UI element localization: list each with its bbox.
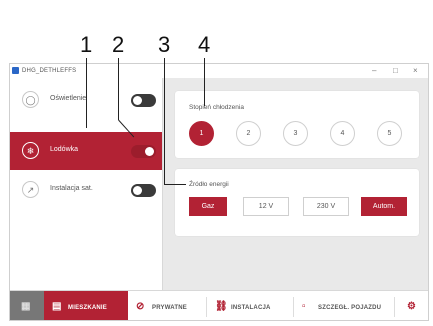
tab-label: INSTALACJA: [231, 305, 271, 311]
toggle-knob: [145, 147, 154, 156]
cooling-level-3[interactable]: 3: [283, 121, 308, 146]
tab-label: SZCZEGŁ. POJAZDU: [318, 305, 382, 311]
energy-12v-button[interactable]: 12 V: [243, 197, 289, 216]
close-button[interactable]: ×: [413, 66, 418, 75]
cooling-title: Stopień chłodzenia: [189, 104, 244, 111]
tab-private[interactable]: ⊘ PRYWATNE: [128, 291, 206, 320]
installation-icon: ⛓: [215, 301, 228, 312]
leader-line-3-horiz: [164, 184, 186, 185]
leader-line-1: [86, 58, 87, 128]
tab-label: MIESZKANIE: [68, 305, 108, 311]
main-panel: Stopień chłodzenia 1 2 3 4 5 Źródło ener…: [163, 78, 428, 290]
leader-line-3: [164, 58, 165, 184]
callout-4: 4: [198, 32, 211, 57]
toggle-knob: [133, 186, 142, 195]
energy-title: Źródło energii: [189, 181, 229, 188]
tab-living[interactable]: ▤ MIESZKANIE: [44, 291, 128, 320]
bottom-nav: ▦ ▤ MIESZKANIE ⊘ PRYWATNE ⛓ INSTALACJA ▫…: [10, 290, 428, 320]
minimize-button[interactable]: –: [372, 66, 376, 75]
callout-3: 3: [158, 32, 171, 57]
sidebar-item-fridge[interactable]: ❄ Lodówka: [10, 132, 162, 170]
energy-230v-button[interactable]: 230 V: [303, 197, 349, 216]
energy-card: Źródło energii Gaz 12 V 230 V Autom.: [175, 169, 419, 236]
callout-2: 2: [112, 32, 125, 57]
leader-line-2: [118, 58, 119, 120]
sidebar-item-label: Oświetlenie: [50, 95, 87, 102]
maximize-button[interactable]: □: [393, 66, 398, 75]
toggle-knob: [133, 96, 142, 105]
cooling-level-4[interactable]: 4: [330, 121, 355, 146]
tab-installation[interactable]: ⛓ INSTALACJA: [207, 291, 293, 320]
sidebar-item-label: Lodówka: [50, 146, 79, 153]
snowflake-icon: ❄: [22, 142, 39, 159]
satellite-icon: ↗: [22, 181, 39, 198]
gear-icon: ⚙: [407, 301, 417, 312]
leader-line-4: [204, 58, 205, 106]
vehicle-icon: ▫: [302, 301, 306, 312]
cooling-level-5[interactable]: 5: [377, 121, 402, 146]
cooling-card: Stopień chłodzenia 1 2 3 4 5: [175, 91, 419, 158]
lighting-toggle[interactable]: [131, 94, 156, 107]
tab-label: PRYWATNE: [152, 305, 187, 311]
fridge-toggle[interactable]: [131, 145, 156, 158]
energy-gas-button[interactable]: Gaz: [189, 197, 227, 216]
satellite-toggle[interactable]: [131, 184, 156, 197]
tab-grid[interactable]: ▦: [10, 291, 44, 320]
bulb-icon: ◯: [22, 91, 39, 108]
cooling-level-1[interactable]: 1: [189, 121, 214, 146]
window-title: DHG_DETHLEFFS: [22, 68, 77, 74]
grid-icon: ▦: [21, 301, 31, 312]
sidebar-item-satellite[interactable]: ↗ Instalacja sat.: [10, 171, 162, 209]
sidebar-item-label: Instalacja sat.: [50, 185, 93, 192]
tab-settings[interactable]: ⚙: [395, 291, 428, 320]
app-window: DHG_DETHLEFFS – □ × ◯ Oświetlenie ❄ Lodó…: [9, 63, 429, 321]
living-icon: ▤: [52, 301, 62, 312]
app-icon: [12, 67, 19, 74]
title-bar: DHG_DETHLEFFS – □ ×: [10, 64, 428, 78]
energy-auto-button[interactable]: Autom.: [361, 197, 407, 216]
private-icon: ⊘: [136, 301, 145, 312]
cooling-level-2[interactable]: 2: [236, 121, 261, 146]
tab-vehicle-details[interactable]: ▫ SZCZEGŁ. POJAZDU: [294, 291, 394, 320]
callout-1: 1: [80, 32, 93, 57]
